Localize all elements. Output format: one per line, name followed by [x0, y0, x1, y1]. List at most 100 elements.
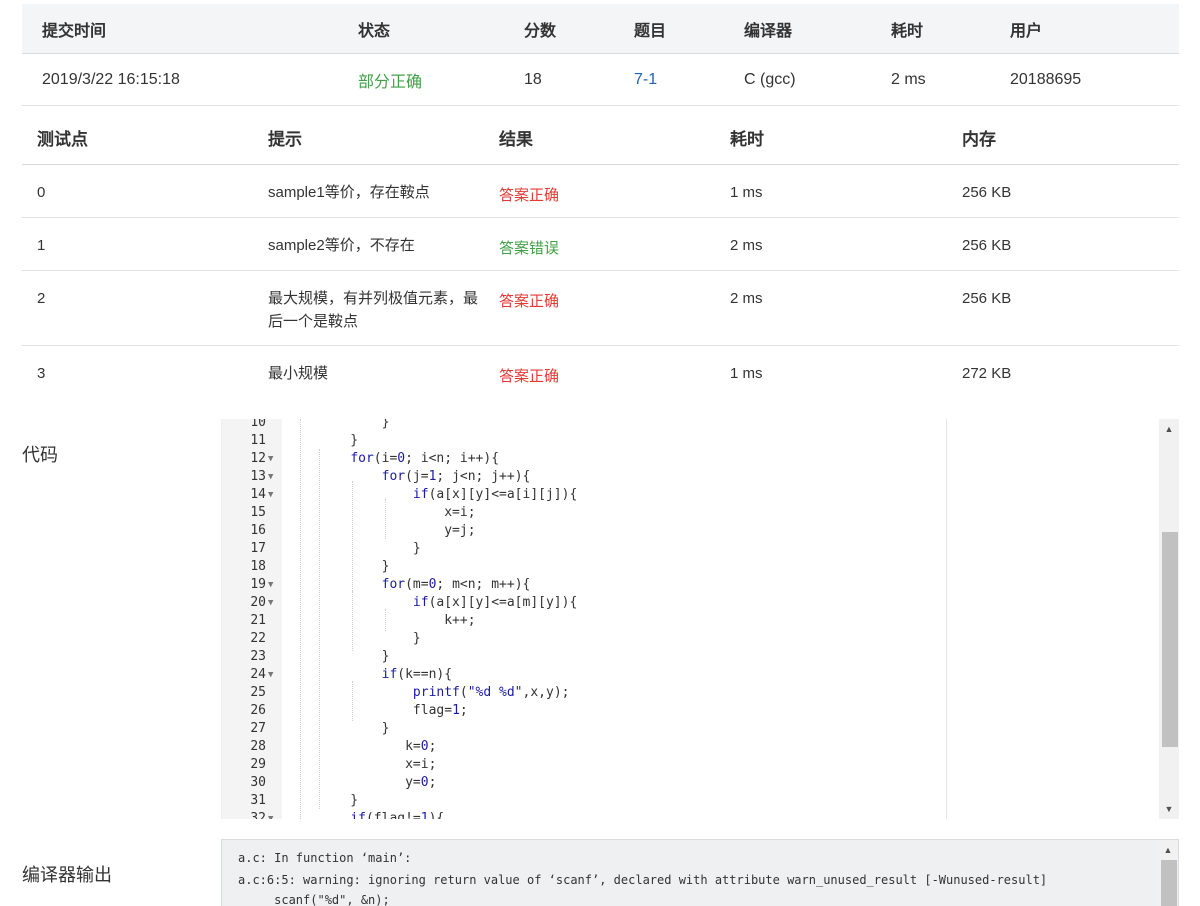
code-text: } [319, 541, 421, 556]
line-number: 29 [250, 757, 266, 772]
code-line: 18 } [222, 558, 1162, 576]
code-line: 23 } [222, 648, 1162, 666]
code-text: for(j=1; j<n; j++){ [381, 469, 531, 484]
indent-guide [352, 681, 353, 721]
line-number: 31 [250, 793, 266, 808]
code-label: 代码 [22, 445, 58, 465]
fold-arrow-icon[interactable]: ▼ [268, 594, 273, 612]
header-compiler: 编译器 [744, 22, 793, 40]
code-editor[interactable]: 10 } 11 } 12 ▼ for(i=0; i<n; i++){13 ▼ for(j… [221, 419, 1179, 819]
indent-guide [352, 591, 353, 651]
code-line: 16 y=j; [222, 522, 1162, 540]
fold-arrow-icon[interactable]: ▼ [268, 450, 273, 468]
fold-arrow-icon[interactable]: ▼ [268, 486, 273, 504]
code-text: k=0; [319, 739, 437, 754]
problem-link[interactable]: 7-1 [634, 54, 657, 105]
line-number: 22 [250, 631, 266, 646]
line-number: 26 [250, 703, 266, 718]
line-number: 15 [250, 505, 266, 520]
scrollbar-thumb[interactable] [1161, 860, 1177, 906]
test-hint: 最小规模 [268, 365, 329, 382]
line-number: 20 [250, 595, 266, 610]
code-text: y=j; [319, 523, 476, 538]
submission-row: 2019/3/22 16:15:18 部分正确 18 7-1 C (gcc) 2… [22, 54, 1179, 106]
line-number: 13 [250, 469, 266, 484]
code-line: 21 k++; [222, 612, 1162, 630]
header-submit-time: 提交时间 [42, 22, 107, 40]
code-text: x=i; [319, 757, 437, 772]
code-scrollbar[interactable]: ▲ ▼ [1159, 419, 1179, 819]
code-line: 30 y=0; [222, 774, 1162, 792]
status-badge: 部分正确 [358, 73, 423, 91]
fold-arrow-icon[interactable]: ▼ [268, 666, 273, 684]
header-time: 耗时 [730, 129, 764, 149]
indent-guide [385, 499, 386, 539]
fold-arrow-icon[interactable]: ▼ [268, 810, 273, 819]
code-text: if(k==n){ [381, 667, 453, 682]
code-line: 20 ▼ if(a[x][y]<=a[m][y]){ [222, 594, 1162, 612]
output-line: a.c:6:5: warning: ignoring return value … [238, 873, 1048, 887]
code-text: x=i; [319, 505, 476, 520]
test-id: 3 [37, 365, 46, 382]
line-number: 11 [250, 433, 266, 448]
line-number: 12 [250, 451, 266, 466]
line-number: 14 [250, 487, 266, 502]
code-line: 25 printf("%d %d",x,y); [222, 684, 1162, 702]
code-text: } [319, 559, 390, 574]
line-number: 19 [250, 577, 266, 592]
line-number: 21 [250, 613, 266, 628]
submission-table: 提交时间 状态 分数 题目 编译器 耗时 用户 2019/3/22 16:15:… [22, 4, 1179, 106]
line-number: 10 [250, 419, 266, 430]
output-scrollbar[interactable]: ▲ [1158, 840, 1178, 906]
table-row: 0 sample1等价，存在鞍点 答案正确 1 ms 256 KB [22, 165, 1179, 218]
test-header-row: 测试点 提示 结果 耗时 内存 [22, 110, 1179, 165]
line-number: 18 [250, 559, 266, 574]
code-line: 14 ▼ if(a[x][y]<=a[i][j]){ [222, 486, 1162, 504]
line-number: 30 [250, 775, 266, 790]
submit-time: 2019/3/22 16:15:18 [42, 70, 180, 88]
line-number: 23 [250, 649, 266, 664]
code-text: if(a[x][y]<=a[m][y]){ [412, 595, 578, 610]
code-text: } [319, 433, 359, 448]
output-line: a.c: In function ‘main’: [238, 851, 412, 865]
table-row: 2 最大规模，有并列极值元素，最后一个是鞍点 答案正确 2 ms 256 KB [22, 271, 1179, 346]
code-line: 12 ▼ for(i=0; i<n; i++){ [222, 450, 1162, 468]
header-hint: 提示 [268, 129, 302, 149]
scroll-up-icon[interactable]: ▲ [1159, 421, 1179, 437]
code-text: } [319, 419, 390, 430]
user-value: 20188695 [1010, 70, 1082, 88]
code-line: 26 flag=1; [222, 702, 1162, 720]
table-row: 3 最小规模 答案正确 1 ms 272 KB [22, 346, 1179, 399]
line-number: 24 [250, 667, 266, 682]
indent-guide [319, 449, 320, 809]
code-line: 27 } [222, 720, 1162, 738]
code-line: 29 x=i; [222, 756, 1162, 774]
code-line: 28 k=0; [222, 738, 1162, 756]
scrollbar-thumb[interactable] [1162, 532, 1178, 747]
compiler-output-panel[interactable]: a.c: In function ‘main’: a.c:6:5: warnin… [221, 839, 1179, 906]
submission-header-row: 提交时间 状态 分数 题目 编译器 耗时 用户 [22, 4, 1179, 54]
header-status: 状态 [358, 22, 391, 40]
test-time: 1 ms [730, 365, 763, 382]
compiler-value: C (gcc) [744, 70, 796, 88]
code-text: flag=1; [319, 703, 468, 718]
test-case-table: 测试点 提示 结果 耗时 内存 0 sample1等价，存在鞍点 答案正确 1 … [22, 110, 1179, 399]
code-text: } [319, 793, 359, 808]
line-number: 27 [250, 721, 266, 736]
code-text: } [319, 721, 390, 736]
fold-arrow-icon[interactable]: ▼ [268, 468, 273, 486]
code-text: if(flag!=1){ [350, 811, 445, 819]
line-number: 17 [250, 541, 266, 556]
scroll-down-icon[interactable]: ▼ [1159, 801, 1179, 817]
code-text: for(i=0; i<n; i++){ [350, 451, 500, 466]
header-score: 分数 [524, 22, 557, 40]
line-number: 28 [250, 739, 266, 754]
indent-guide [385, 609, 386, 631]
scroll-up-icon[interactable]: ▲ [1158, 842, 1178, 858]
code-text: } [319, 631, 421, 646]
header-memory: 内存 [962, 129, 996, 149]
fold-arrow-icon[interactable]: ▼ [268, 576, 273, 594]
test-result: 答案正确 [499, 368, 560, 385]
code-text: y=0; [319, 775, 437, 790]
code-text: if(a[x][y]<=a[i][j]){ [412, 487, 578, 502]
